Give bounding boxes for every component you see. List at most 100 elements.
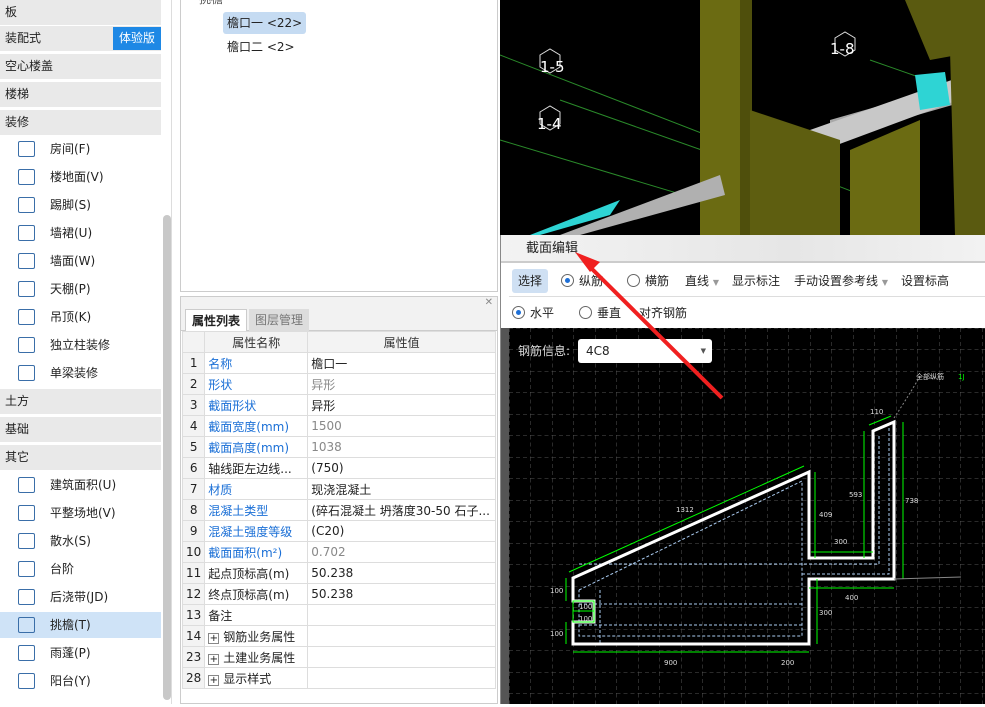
sidebar-item-floor[interactable]: 楼地面(V) <box>0 164 161 190</box>
sidebar-item-room[interactable]: 房间(F) <box>0 136 161 162</box>
property-row[interactable]: 2 形状 异形 <box>181 373 496 395</box>
category-other[interactable]: 其它 <box>0 445 161 470</box>
close-icon[interactable]: ✕ <box>485 297 493 308</box>
line-dropdown[interactable]: 直线 ▼ <box>685 266 719 298</box>
longitudinal-radio[interactable]: 纵筋 <box>561 266 603 296</box>
property-value[interactable]: 异形 <box>307 394 496 416</box>
expand-icon[interactable]: + <box>208 674 220 686</box>
property-row[interactable]: 4 截面宽度(mm) 1500 <box>181 415 496 437</box>
set-elevation-button[interactable]: 设置标高 <box>901 266 949 296</box>
expand-icon[interactable]: + <box>208 632 220 644</box>
radio-label: 纵筋 <box>579 274 604 288</box>
property-value[interactable]: 现浇混凝土 <box>307 478 496 500</box>
property-value[interactable]: 1500 <box>307 415 496 437</box>
property-value[interactable] <box>307 625 496 647</box>
trial-badge[interactable]: 体验版 <box>112 27 161 50</box>
col-num <box>181 331 206 353</box>
category-prefab[interactable]: 装配式 体验版 <box>0 26 161 51</box>
3d-viewport[interactable]: 1-5 1-4 1-8 <box>500 0 985 235</box>
category-decoration[interactable]: 装修 <box>0 110 161 135</box>
property-value[interactable] <box>307 604 496 626</box>
radio-label: 水平 <box>530 306 555 320</box>
property-value[interactable] <box>307 667 496 689</box>
property-row[interactable]: 6 轴线距左边线... (750) <box>181 457 496 479</box>
row-number: 13 <box>181 604 206 626</box>
dim-100-b: 100 <box>579 603 592 611</box>
sidebar-item-suspended-ceiling[interactable]: 吊顶(K) <box>0 304 161 330</box>
property-row[interactable]: 14 + 钢筋业务属性 <box>181 625 496 647</box>
property-row[interactable]: 7 材质 现浇混凝土 <box>181 478 496 500</box>
sidebar-item-site-leveling[interactable]: 平整场地(V) <box>0 500 161 526</box>
section-canvas[interactable]: 1312 409 300 593 738 110 400 300 100 100… <box>509 328 985 704</box>
dim-100-c: 100 <box>579 615 592 623</box>
property-value[interactable]: 50.238 <box>307 583 496 605</box>
sidebar-item-ceiling[interactable]: 天棚(P) <box>0 276 161 302</box>
property-value[interactable]: 异形 <box>307 373 496 395</box>
tree-parent-eave[interactable]: 挑檐 <box>195 0 227 10</box>
category-slab[interactable]: 板 <box>0 0 161 25</box>
sidebar-item-apron[interactable]: 散水(S) <box>0 528 161 554</box>
property-name-text: 混凝土类型 <box>208 503 269 518</box>
tab-property-list[interactable]: 属性列表 <box>185 309 248 331</box>
axis-label-1-4: 1-4 <box>537 115 562 133</box>
property-name: 截面形状 <box>204 394 309 416</box>
property-value[interactable] <box>307 646 496 668</box>
row-number: 14 <box>181 625 206 647</box>
item-label: 楼地面(V) <box>50 170 104 184</box>
ref-line-dropdown[interactable]: 手动设置参考线 ▼ <box>794 266 888 298</box>
sidebar-scrollbar[interactable] <box>163 215 171 700</box>
sidebar-item-skirting[interactable]: 踢脚(S) <box>0 192 161 218</box>
property-row[interactable]: 1 名称 檐口一 <box>181 352 496 374</box>
sidebar-item-column-decor[interactable]: 独立柱装修 <box>0 332 161 358</box>
steps-icon <box>18 561 35 577</box>
category-foundation[interactable]: 基础 <box>0 417 161 442</box>
property-value[interactable]: 0.702 <box>307 541 496 563</box>
category-earthwork[interactable]: 土方 <box>0 389 161 414</box>
sidebar-item-canopy[interactable]: 雨蓬(P) <box>0 640 161 666</box>
room-icon <box>18 141 35 157</box>
property-value[interactable]: (750) <box>307 457 496 479</box>
property-name: 形状 <box>204 373 309 395</box>
radio-icon <box>579 306 592 319</box>
property-value[interactable]: 1038 <box>307 436 496 458</box>
property-row[interactable]: 11 起点顶标高(m) 50.238 <box>181 562 496 584</box>
property-row[interactable]: 3 截面形状 异形 <box>181 394 496 416</box>
transverse-radio[interactable]: 横筋 <box>627 266 669 296</box>
vertical-radio[interactable]: 垂直 <box>579 298 621 328</box>
sidebar-item-building-area[interactable]: 建筑面积(U) <box>0 472 161 498</box>
sidebar-item-balcony[interactable]: 阳台(Y) <box>0 668 161 694</box>
property-row[interactable]: 8 混凝土类型 (碎石混凝土 坍落度30-50 石子... <box>181 499 496 521</box>
property-row[interactable]: 10 截面面积(m²) 0.702 <box>181 541 496 563</box>
property-value[interactable]: 檐口一 <box>307 352 496 374</box>
property-row[interactable]: 12 终点顶标高(m) 50.238 <box>181 583 496 605</box>
rebar-info-select[interactable]: 4C8 ▼ <box>578 339 712 363</box>
expand-icon[interactable]: + <box>208 653 220 665</box>
property-row[interactable]: 28 + 显示样式 <box>181 667 496 689</box>
property-row[interactable]: 13 备注 <box>181 604 496 626</box>
property-name: 轴线距左边线... <box>204 457 309 479</box>
property-value[interactable]: 50.238 <box>307 562 496 584</box>
select-button[interactable]: 选择 <box>512 269 549 293</box>
align-rebar-button[interactable]: 对齐钢筋 <box>639 298 687 328</box>
category-hollow-floor[interactable]: 空心楼盖 <box>0 54 161 79</box>
skirting-icon <box>18 197 35 213</box>
property-row[interactable]: 9 混凝土强度等级 (C20) <box>181 520 496 542</box>
sidebar-item-eave[interactable]: 挑檐(T) <box>0 612 161 638</box>
sidebar-item-steps[interactable]: 台阶 <box>0 556 161 582</box>
property-name-text: 轴线距左边线... <box>208 461 292 476</box>
tab-layer-management[interactable]: 图层管理 <box>249 309 310 331</box>
property-value[interactable]: (碎石混凝土 坍落度30-50 石子... <box>307 499 496 521</box>
category-stairs[interactable]: 楼梯 <box>0 82 161 107</box>
property-row[interactable]: 5 截面高度(mm) 1038 <box>181 436 496 458</box>
tree-node-eave-1[interactable]: 檐口一 <22> <box>223 12 307 34</box>
tree-node-eave-2[interactable]: 檐口二 <2> <box>223 36 299 58</box>
dim-300-top: 300 <box>834 538 847 546</box>
sidebar-item-wall-surface[interactable]: 墙面(W) <box>0 248 161 274</box>
horizontal-radio[interactable]: 水平 <box>512 298 554 328</box>
sidebar-item-post-pour-strip[interactable]: 后浇带(JD) <box>0 584 161 610</box>
property-row[interactable]: 23 + 土建业务属性 <box>181 646 496 668</box>
sidebar-item-dado[interactable]: 墙裙(U) <box>0 220 161 246</box>
sidebar-item-beam-decor[interactable]: 单梁装修 <box>0 360 161 386</box>
property-value[interactable]: (C20) <box>307 520 496 542</box>
show-dims-button[interactable]: 显示标注 <box>732 266 780 296</box>
